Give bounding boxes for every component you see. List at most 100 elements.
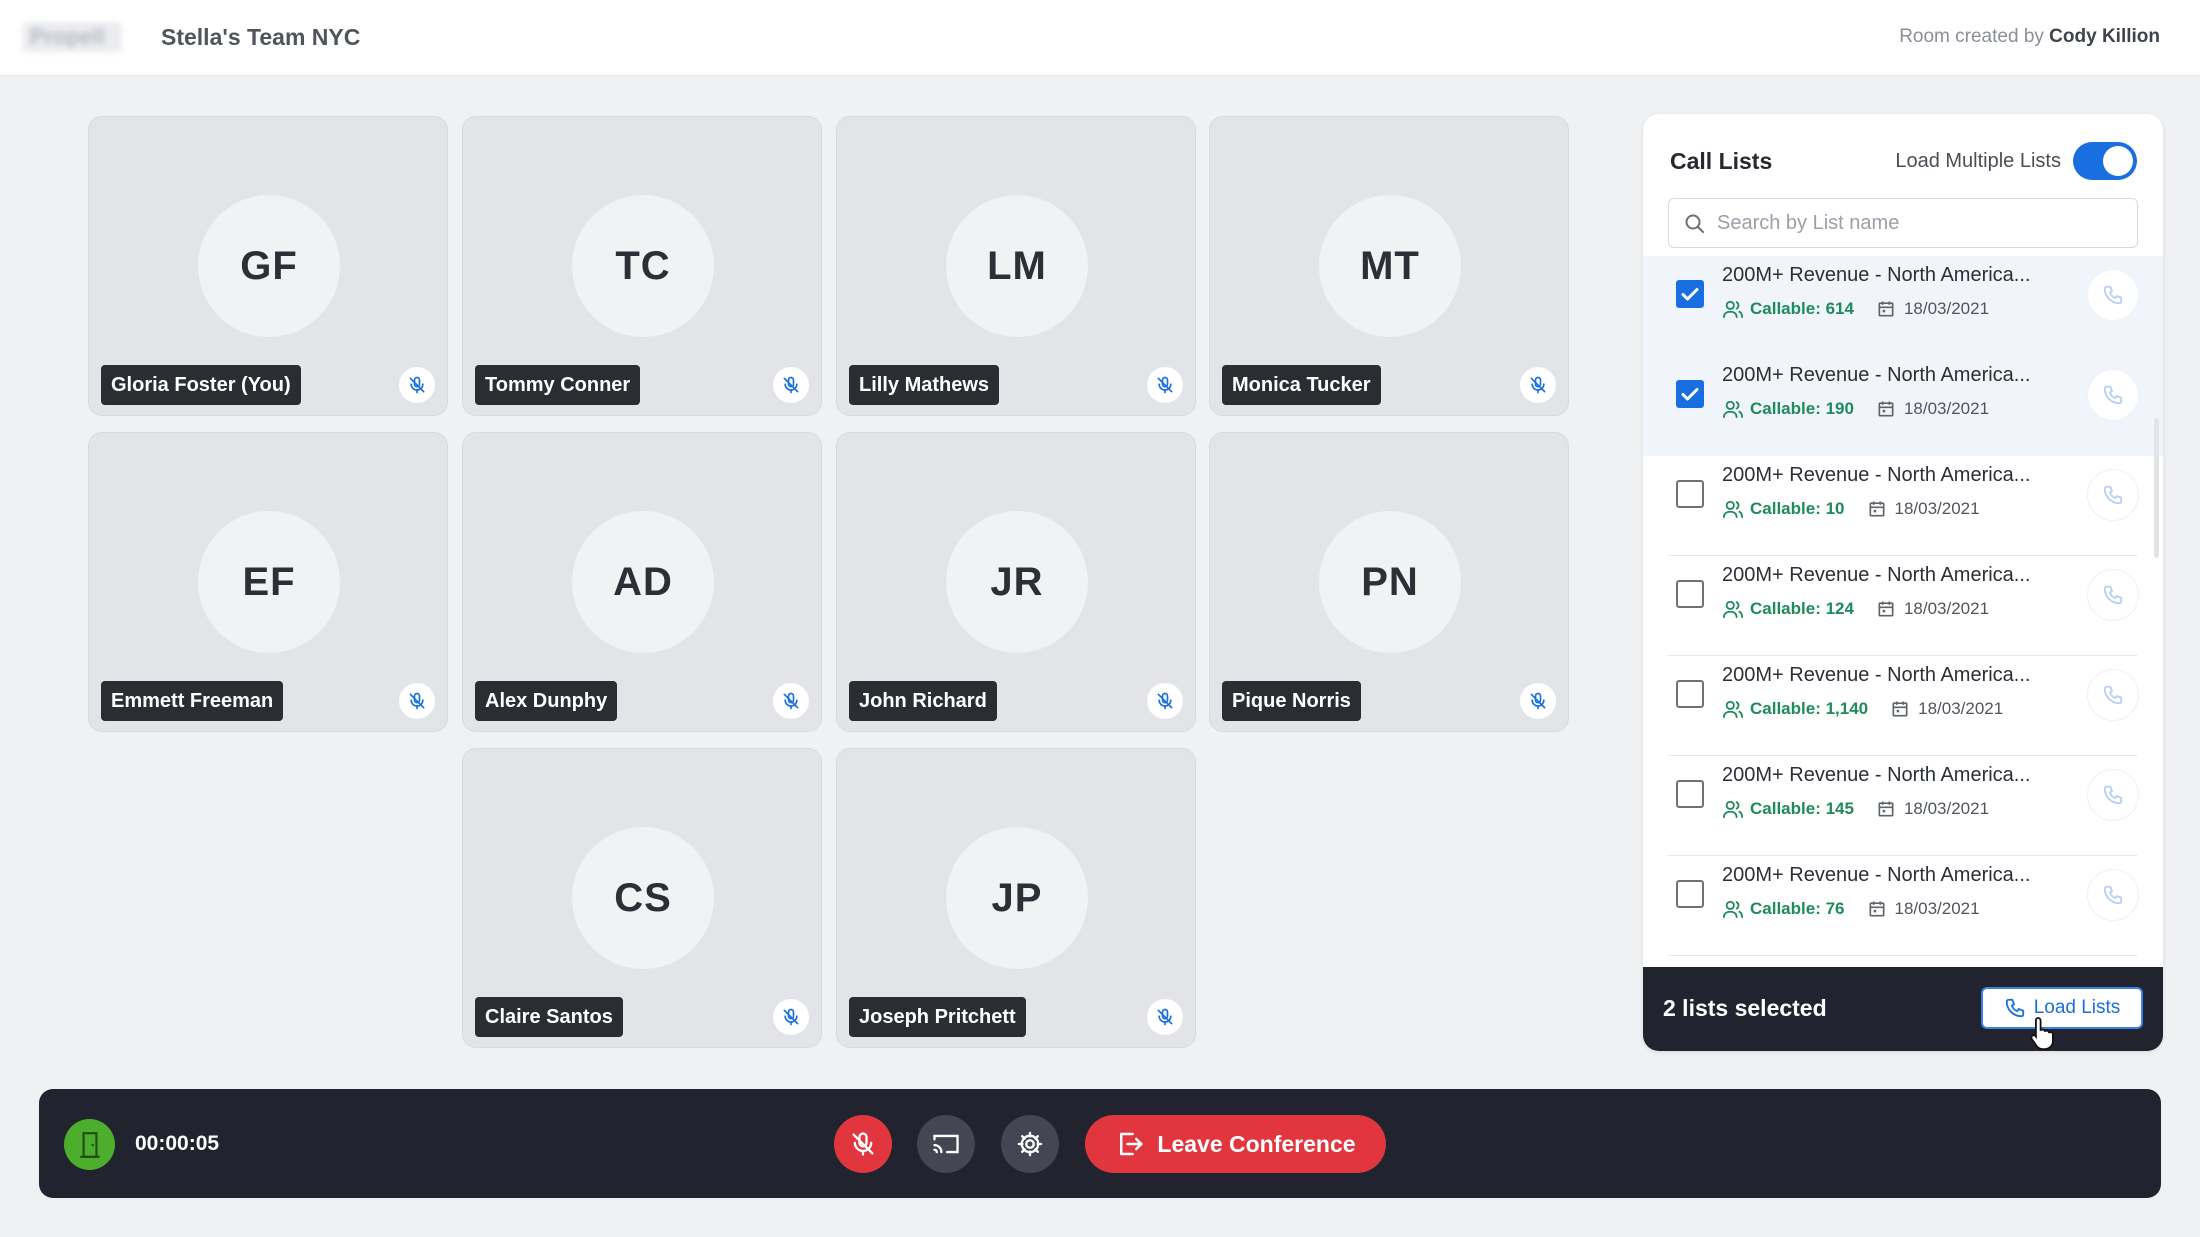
phone-icon	[2103, 285, 2123, 305]
phone-icon	[2103, 385, 2123, 405]
calendar-icon	[1869, 901, 1884, 917]
callable-count: Callable: 76	[1750, 899, 1845, 918]
checkbox[interactable]	[1676, 580, 1704, 608]
room-created-label: Room created by	[1899, 26, 2044, 47]
avatar: JR	[946, 511, 1088, 653]
list-meta: Callable: 1,140 18/03/2021	[1722, 699, 2003, 719]
call-button[interactable]	[2087, 369, 2139, 421]
list-name: 200M+ Revenue - North America...	[1722, 664, 2031, 686]
participant-tile: TC Tommy Conner	[462, 116, 822, 416]
settings-button[interactable]	[1001, 1115, 1059, 1173]
list-item[interactable]: 200M+ Revenue - North America... Callabl…	[1643, 756, 2163, 856]
panel-footer: 2 lists selected Load Lists	[1643, 967, 2163, 1051]
users-icon	[1722, 500, 1743, 519]
panel-title: Call Lists	[1670, 148, 1773, 174]
checkbox[interactable]	[1676, 280, 1704, 308]
list-meta: Callable: 124 18/03/2021	[1722, 599, 1989, 619]
participant-tile: AD Alex Dunphy	[462, 432, 822, 732]
callable-count: Callable: 614	[1750, 299, 1854, 318]
calendar-icon	[1878, 301, 1894, 317]
participant-tile: LM Lilly Mathews	[836, 116, 1196, 416]
participant-tile: PN Pique Norris	[1209, 432, 1569, 732]
leave-conference-label: Leave Conference	[1157, 1130, 1356, 1157]
participant-name: Claire Santos	[475, 997, 623, 1037]
list-item[interactable]: 200M+ Revenue - North America... Callabl…	[1643, 456, 2163, 556]
checkbox[interactable]	[1676, 780, 1704, 808]
load-multiple-label: Load Multiple Lists	[1895, 150, 2061, 172]
toggle-knob	[2103, 146, 2133, 176]
control-bar: 00:00:05 Leave Conference	[39, 1089, 2161, 1198]
participant-tile: EF Emmett Freeman	[88, 432, 448, 732]
phone-icon	[2103, 685, 2123, 705]
avatar: CS	[572, 827, 714, 969]
list-name: 200M+ Revenue - North America...	[1722, 364, 2031, 386]
list-item[interactable]: 200M+ Revenue - North America... Callabl…	[1643, 256, 2163, 356]
checkbox[interactable]	[1676, 480, 1704, 508]
participant-name: John Richard	[849, 681, 997, 721]
leave-icon	[1120, 1132, 1143, 1156]
list-date: 18/03/2021	[1894, 499, 1980, 518]
list-item[interactable]: 200M+ Revenue - North America... Callabl…	[1643, 656, 2163, 756]
participant-name: Monica Tucker	[1222, 365, 1381, 405]
users-icon	[1722, 800, 1743, 819]
scrollbar[interactable]	[2154, 418, 2159, 558]
phone-icon	[2103, 585, 2123, 605]
participant-name: Emmett Freeman	[101, 681, 284, 721]
list-date: 18/03/2021	[1903, 599, 1990, 618]
list-item[interactable]: 200M+ Revenue - North America... Callabl…	[1643, 856, 2163, 956]
list-date: 18/03/2021	[1903, 399, 1990, 418]
list-date: 18/03/2021	[1894, 899, 1980, 918]
list-name: 200M+ Revenue - North America...	[1722, 464, 2031, 486]
avatar: MT	[1319, 195, 1461, 337]
mic-off-icon	[1520, 683, 1556, 719]
list-meta: Callable: 76 18/03/2021	[1722, 899, 1980, 919]
list-item[interactable]: 200M+ Revenue - North America... Callabl…	[1643, 356, 2163, 456]
mic-off-icon	[773, 367, 809, 403]
phone-icon	[2103, 485, 2123, 505]
phone-icon	[2103, 785, 2123, 805]
callable-count: Callable: 145	[1750, 799, 1854, 818]
participant-tile: CS Claire Santos	[462, 748, 822, 1048]
mic-off-icon	[1147, 367, 1183, 403]
call-button[interactable]	[2087, 769, 2139, 821]
calendar-icon	[1878, 801, 1894, 817]
mic-off-icon	[773, 999, 809, 1035]
participant-name: Gloria Foster (You)	[101, 365, 301, 405]
door-icon	[64, 1119, 115, 1170]
participant-tile: GF Gloria Foster (You)	[88, 116, 448, 416]
participant-name: Lilly Mathews	[849, 365, 1000, 405]
callable-count: Callable: 190	[1750, 399, 1854, 418]
mic-off-icon	[773, 683, 809, 719]
call-button[interactable]	[2087, 269, 2139, 321]
avatar: PN	[1319, 511, 1461, 653]
participant-tile: JP Joseph Pritchett	[836, 748, 1196, 1048]
checkbox[interactable]	[1676, 880, 1704, 908]
search-input[interactable]	[1717, 199, 2117, 247]
call-button[interactable]	[2087, 869, 2139, 921]
load-multiple-toggle[interactable]	[2073, 142, 2137, 180]
checkbox[interactable]	[1676, 380, 1704, 408]
check-icon	[1681, 288, 1699, 301]
participant-name: Tommy Conner	[475, 365, 641, 405]
list-date: 18/03/2021	[1903, 799, 1990, 818]
top-bar: Propell Stella's Team NYC Room created b…	[0, 0, 2200, 76]
list-meta: Callable: 614 18/03/2021	[1722, 299, 1989, 319]
avatar: LM	[946, 195, 1088, 337]
checkbox[interactable]	[1676, 680, 1704, 708]
participant-name: Pique Norris	[1222, 681, 1361, 721]
call-button[interactable]	[2087, 669, 2139, 721]
call-button[interactable]	[2087, 569, 2139, 621]
pointer-cursor-icon	[2030, 1017, 2054, 1050]
screen-share-button[interactable]	[917, 1115, 975, 1173]
mic-off-icon	[1520, 367, 1556, 403]
list-name: 200M+ Revenue - North America...	[1722, 864, 2031, 886]
mute-button[interactable]	[834, 1115, 892, 1173]
load-lists-button[interactable]: Load Lists	[1981, 987, 2143, 1029]
avatar: EF	[198, 511, 340, 653]
call-button[interactable]	[2087, 469, 2139, 521]
mic-off-icon	[399, 367, 435, 403]
list-item[interactable]: 200M+ Revenue - North America... Callabl…	[1643, 556, 2163, 656]
leave-conference-button[interactable]: Leave Conference	[1085, 1115, 1386, 1173]
calendar-icon	[1878, 401, 1894, 417]
avatar: JP	[946, 827, 1088, 969]
